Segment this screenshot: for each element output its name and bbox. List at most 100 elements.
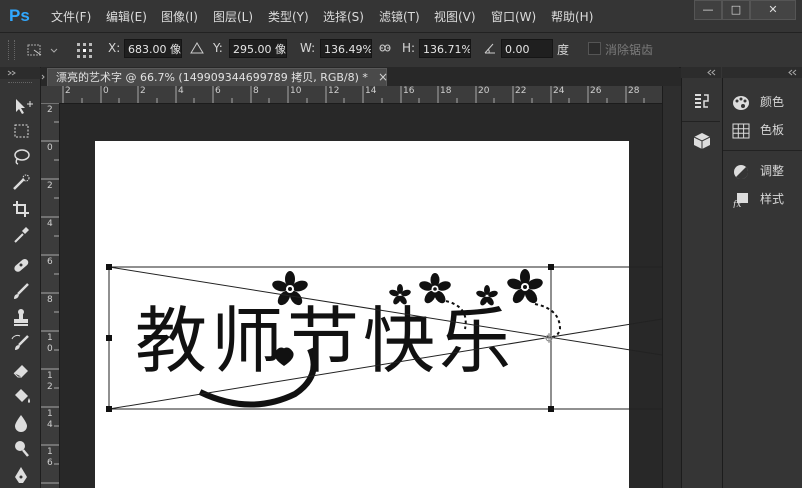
artwork-layer[interactable]: 教师节快乐 — [60, 104, 662, 488]
menu-file[interactable]: 文件(F) — [51, 8, 91, 25]
panel-label: 样式 — [760, 192, 785, 206]
document-close-icon[interactable]: × — [378, 70, 388, 84]
menu-image[interactable]: 图像(I) — [161, 8, 198, 25]
quick-select-tool-icon[interactable] — [8, 173, 34, 193]
menu-layer[interactable]: 图层(L) — [213, 8, 253, 25]
marquee-tool-icon[interactable] — [8, 121, 34, 141]
rotate-icon — [483, 41, 497, 58]
styles-fx-icon: fx — [732, 192, 750, 210]
menu-window[interactable]: 窗口(W) — [491, 8, 536, 25]
dock-divider — [723, 150, 802, 151]
width-field[interactable]: 136.49% — [320, 39, 372, 58]
pen-tool-icon[interactable] — [8, 465, 34, 485]
panel-label: 调整 — [760, 164, 785, 178]
panel-styles[interactable]: fx 样式 — [732, 190, 784, 210]
ruler-tick-label: 8 — [47, 295, 53, 305]
ruler-tick-label: 12 — [328, 86, 340, 96]
panel-label: 色板 — [760, 123, 785, 137]
ruler-tick-label: 2 — [47, 105, 53, 115]
move-tool-icon[interactable] — [8, 96, 34, 116]
ruler-tick-label: 16 — [47, 447, 53, 468]
transform-preset-icon[interactable] — [24, 40, 58, 60]
restore-button[interactable]: □ — [722, 0, 750, 20]
crop-tool-icon[interactable] — [8, 199, 34, 219]
toolbar-header — [0, 67, 40, 79]
ruler-tick-label: 2 — [65, 86, 71, 96]
dock-header — [722, 67, 802, 78]
photoshop-logo: Ps — [9, 6, 30, 25]
delta-icon[interactable] — [190, 41, 204, 58]
ruler-tick-label: 2 — [140, 86, 146, 96]
x-label: X: — [108, 41, 121, 55]
clone-stamp-tool-icon[interactable] — [8, 307, 34, 327]
ruler-tick-label: 16 — [403, 86, 415, 96]
ruler-tick-label: 0 — [103, 86, 109, 96]
minimize-button[interactable]: — — [694, 0, 722, 20]
ruler-tick-label: 28 — [628, 86, 640, 96]
ruler-tick-label: 4 — [178, 86, 184, 96]
ruler-tick-label: 12 — [47, 371, 53, 392]
artwork-text: 教师节快乐 — [135, 299, 515, 383]
ruler-tick-label: 10 — [47, 333, 53, 354]
history-panel-icon[interactable] — [691, 91, 713, 111]
transform-center-icon — [544, 333, 554, 343]
adjustments-icon — [732, 164, 750, 180]
antialias-checkbox[interactable] — [588, 42, 601, 55]
ruler-tick-label: 26 — [590, 86, 602, 96]
ruler-tick-label: 0 — [47, 143, 53, 153]
history-brush-tool-icon[interactable] — [8, 333, 34, 353]
ruler-tick-label: 18 — [440, 86, 452, 96]
vertical-scrollbar[interactable] — [662, 86, 681, 488]
rotate-field[interactable]: 0.00 — [501, 39, 553, 58]
dock-divider — [682, 121, 720, 122]
swatches-grid-icon — [732, 123, 750, 139]
panel-adjustments[interactable]: 调整 — [732, 162, 784, 182]
menu-select[interactable]: 选择(S) — [323, 8, 364, 25]
x-field[interactable]: 683.00 像 — [124, 39, 182, 58]
paint-bucket-tool-icon[interactable] — [8, 386, 34, 406]
panel-swatches[interactable]: 色板 — [732, 121, 784, 141]
ruler-tick-label: 8 — [253, 86, 259, 96]
brush-tool-icon[interactable] — [8, 281, 34, 301]
close-button[interactable]: ✕ — [750, 0, 796, 20]
vertical-ruler[interactable]: 2 0 2 4 6 8 10 12 14 16 — [41, 103, 60, 488]
ruler-tick-label: 6 — [215, 86, 221, 96]
ruler-tick-label: 10 — [290, 86, 302, 96]
rotate-unit: 度 — [557, 43, 570, 57]
h-label: H: — [402, 41, 416, 55]
y-field[interactable]: 295.00 像 — [229, 39, 287, 58]
svg-text:fx: fx — [732, 200, 741, 208]
menu-view[interactable]: 视图(V) — [434, 8, 476, 25]
dodge-tool-icon[interactable] — [8, 438, 34, 458]
options-grip[interactable] — [8, 40, 15, 60]
blur-tool-icon[interactable] — [8, 412, 34, 432]
menu-edit[interactable]: 编辑(E) — [106, 8, 147, 25]
color-palette-icon — [732, 95, 750, 111]
options-bar — [0, 33, 802, 68]
menu-type[interactable]: 类型(Y) — [268, 8, 309, 25]
eyedropper-tool-icon[interactable] — [8, 225, 34, 245]
3d-panel-icon[interactable] — [691, 131, 713, 151]
ruler-tick-label: 2 — [47, 181, 53, 191]
tools-grip[interactable] — [8, 82, 32, 86]
reference-point-icon[interactable] — [73, 40, 97, 60]
w-label: W: — [300, 41, 316, 55]
panel-label: 颜色 — [760, 95, 785, 109]
menu-filter[interactable]: 滤镜(T) — [379, 8, 420, 25]
ruler-tick-label: 14 — [365, 86, 377, 96]
dock-header — [681, 67, 721, 78]
height-field[interactable]: 136.71% — [419, 39, 471, 58]
ruler-tick-label: 20 — [478, 86, 490, 96]
panel-color[interactable]: 颜色 — [732, 93, 784, 113]
antialias-label: 消除锯齿 — [605, 43, 654, 57]
ruler-tick-label: 6 — [47, 257, 53, 267]
ruler-tick-label: 24 — [553, 86, 565, 96]
healing-brush-tool-icon[interactable] — [8, 255, 34, 275]
eraser-tool-icon[interactable] — [8, 359, 34, 379]
ruler-tick-label: 14 — [47, 409, 53, 430]
menu-help[interactable]: 帮助(H) — [551, 8, 593, 25]
document-tab[interactable]: 漂亮的艺术字 @ 66.7% (149909344699789 拷贝, RGB/… — [47, 68, 387, 86]
lasso-tool-icon[interactable] — [8, 147, 34, 167]
link-icon[interactable] — [378, 41, 392, 58]
horizontal-ruler[interactable]: 2 0 2 4 6 8 10 12 14 16 18 20 22 24 26 2… — [41, 86, 662, 104]
